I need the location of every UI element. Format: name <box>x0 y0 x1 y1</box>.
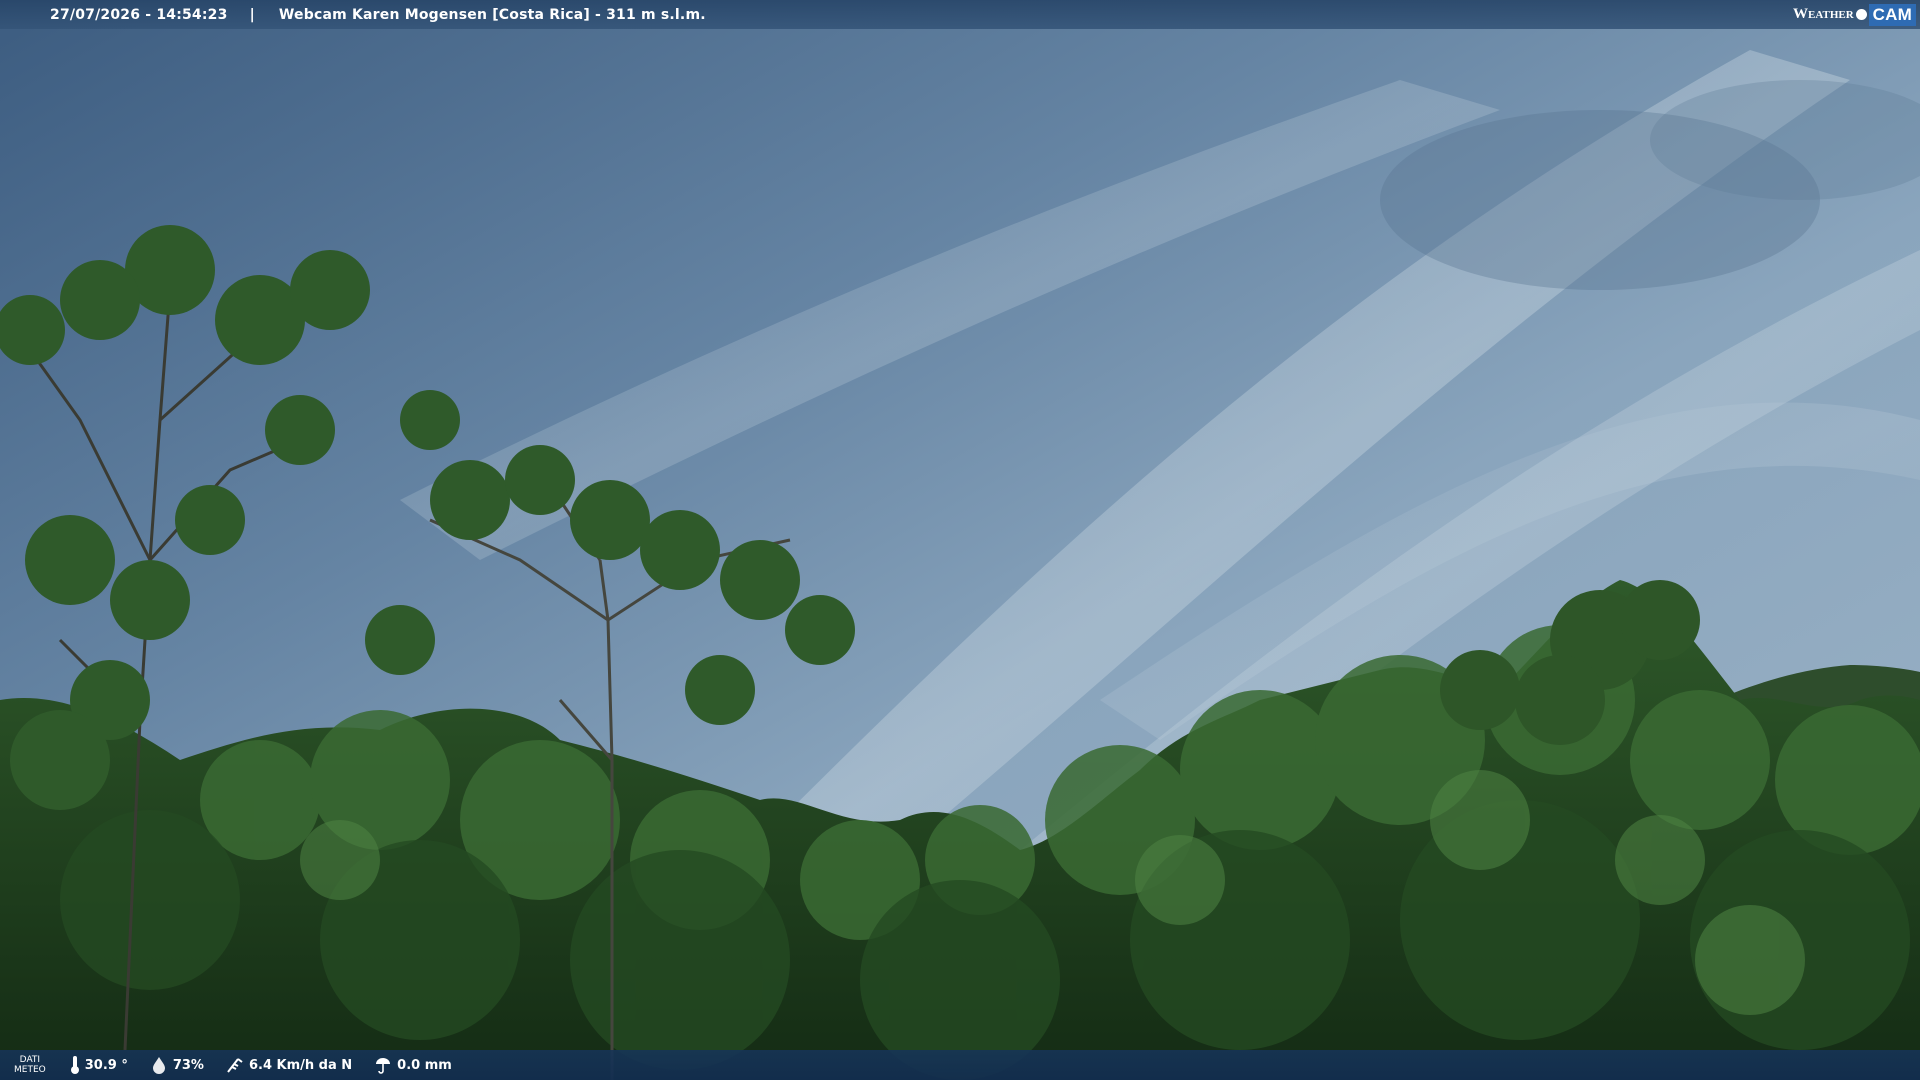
rain-value: 0.0 mm <box>397 1057 452 1073</box>
dati-meteo-label: DATI METEO <box>14 1055 46 1075</box>
rain-icon <box>376 1058 391 1074</box>
timestamp: 27/07/2026 - 14:54:23 <box>50 6 228 23</box>
temperature-value: 30.9 ° <box>84 1057 128 1073</box>
logo-dot-icon <box>1855 9 1867 20</box>
brand-name: Weather <box>1793 6 1854 22</box>
weathercam-logo: Weather CAM <box>1793 2 1916 27</box>
header-separator: | <box>249 6 255 23</box>
wind-icon <box>227 1058 243 1073</box>
weather-data-bar: DATI METEO 30.9 ° 73% 6.4 Km/h da N 0.0 … <box>0 1050 1920 1080</box>
thermometer-icon <box>70 1056 79 1074</box>
wind-value: 6.4 Km/h da N <box>248 1057 353 1073</box>
rain-reading: 0.0 mm <box>374 1056 452 1074</box>
brand-cam: CAM <box>1868 3 1916 26</box>
wind-reading: 6.4 Km/h da N <box>226 1056 352 1074</box>
webcam-image <box>0 0 1920 1080</box>
webcam-frame: 27/07/2026 - 14:54:23 | Webcam Karen Mog… <box>0 0 1920 1080</box>
temperature-reading: 30.9 ° <box>70 1055 128 1075</box>
header-bar: 27/07/2026 - 14:54:23 | Webcam Karen Mog… <box>0 0 1920 29</box>
humidity-icon <box>152 1057 165 1074</box>
humidity-value: 73% <box>172 1057 204 1073</box>
webcam-title: Webcam Karen Mogensen [Costa Rica] - 311… <box>278 6 706 23</box>
humidity-reading: 73% <box>150 1056 204 1074</box>
